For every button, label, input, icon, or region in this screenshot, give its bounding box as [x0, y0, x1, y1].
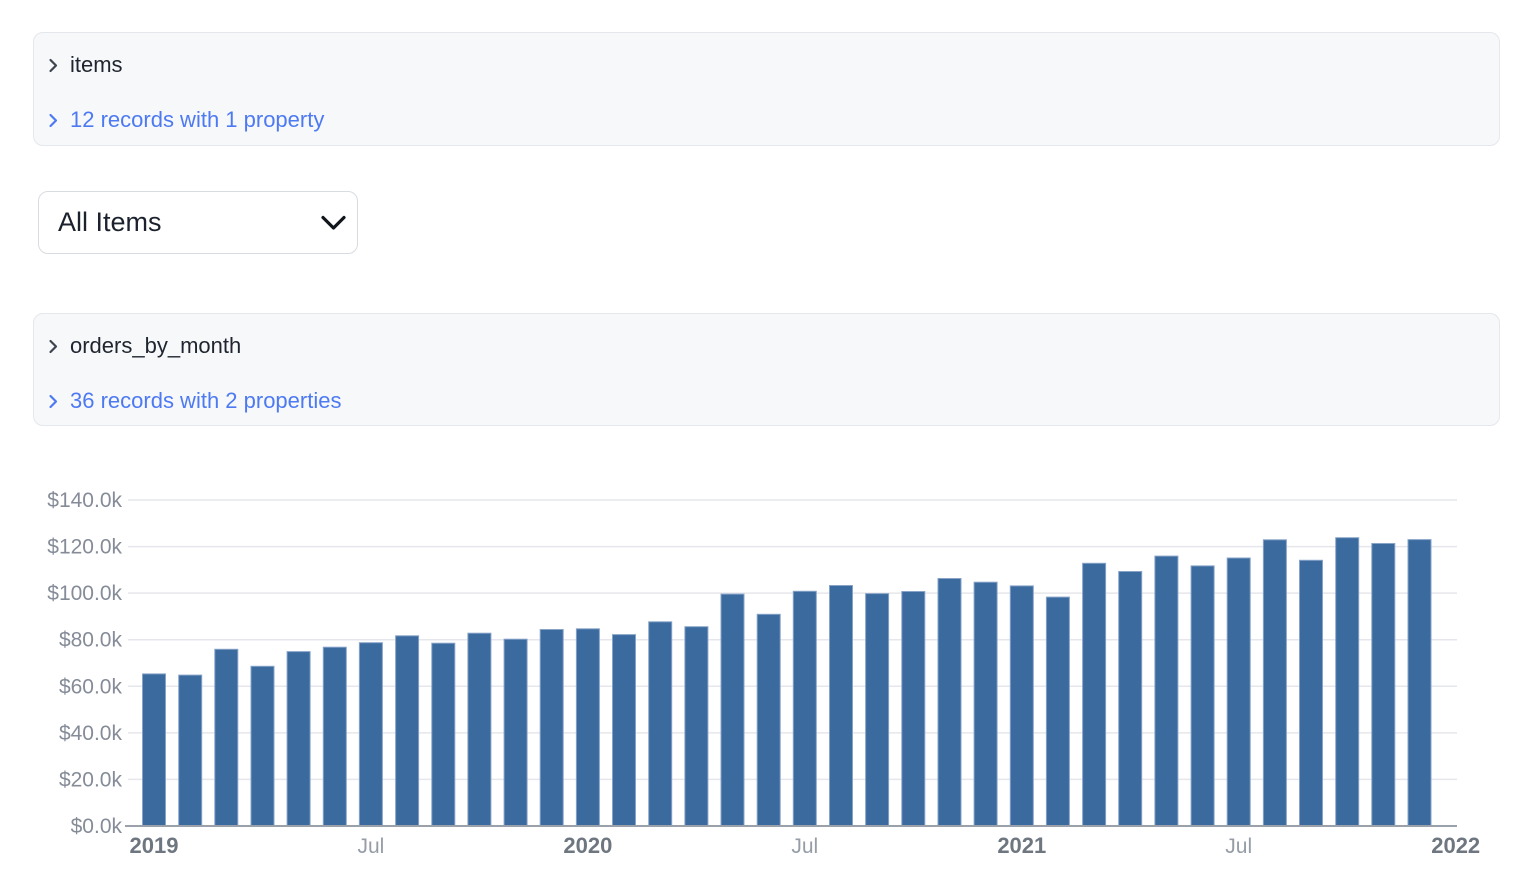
y-axis-tick-label: $40.0k — [59, 722, 123, 745]
bar-2021-03 — [1082, 562, 1107, 827]
x-axis-tick-label: Jul — [1225, 835, 1252, 858]
bar-2019-05 — [286, 651, 311, 827]
bar-2021-01 — [1009, 585, 1034, 827]
x-axis-tick-label: 2021 — [997, 833, 1046, 858]
orders-records-link: 36 records with 2 properties — [70, 388, 342, 413]
bar-2019-12 — [539, 629, 564, 827]
orders-table-title: orders_by_month — [70, 333, 242, 358]
y-axis-tick-label: $140.0k — [47, 489, 122, 512]
bar-2021-11 — [1371, 543, 1396, 827]
bar-2019-07 — [358, 642, 383, 827]
items-records-link: 12 records with 1 property — [70, 107, 325, 132]
bar-2019-02 — [178, 674, 203, 827]
bar-2021-02 — [1045, 596, 1070, 827]
items-records-toggle[interactable]: 12 records with 1 property — [48, 107, 325, 132]
bar-2020-02 — [612, 634, 636, 827]
bar-2019-08 — [395, 635, 420, 827]
bar-2021-04 — [1118, 571, 1143, 827]
bar-2019-03 — [214, 648, 239, 827]
item-filter-select[interactable]: All Items — [38, 191, 358, 254]
bar-2020-07 — [792, 590, 817, 827]
x-axis-tick-label: 2019 — [130, 833, 179, 858]
y-axis-tick-label: $120.0k — [47, 536, 122, 559]
bar-2021-05 — [1154, 555, 1179, 827]
chevron-right-icon — [48, 113, 58, 128]
y-axis-tick-label: $80.0k — [59, 629, 123, 652]
bar-2019-11 — [503, 638, 528, 827]
orders-by-month-chart-svg: $0.0k $20.0k $40.0k $60.0k $80.0k $100.0k $120… — [47, 489, 1480, 858]
bar-2019-09 — [431, 642, 456, 827]
bar-2021-09 — [1299, 559, 1323, 827]
orders-table-toggle[interactable]: orders_by_month — [48, 333, 242, 358]
chevron-right-icon — [48, 58, 58, 73]
items-table-toggle[interactable]: items — [48, 52, 123, 77]
bar-2020-03 — [648, 621, 673, 827]
y-axis-tick-label: $0.0k — [71, 815, 123, 838]
bar-2021-08 — [1262, 539, 1287, 827]
items-table-panel: items 12 records with 1 property — [33, 32, 1500, 146]
orders-records-toggle[interactable]: 36 records with 2 properties — [48, 388, 342, 413]
bar-2019-01 — [142, 673, 166, 827]
y-axis-tick-label: $20.0k — [59, 768, 123, 791]
bar-2019-10 — [467, 632, 492, 827]
bar-2020-08 — [829, 585, 853, 827]
bar-2020-12 — [973, 581, 998, 827]
chevron-right-icon — [48, 394, 58, 409]
x-axis-tick-label: 2020 — [563, 833, 612, 858]
bar-2020-09 — [865, 593, 890, 827]
bar-2019-06 — [322, 646, 347, 827]
x-axis-tick-label: 2022 — [1431, 833, 1480, 858]
x-axis-tick-label: Jul — [357, 835, 384, 858]
chevron-right-icon — [48, 339, 58, 354]
chevron-down-icon — [320, 215, 347, 231]
bar-2020-01 — [575, 628, 600, 827]
x-axis-tick-label: Jul — [791, 835, 818, 858]
bar-2020-04 — [684, 626, 709, 827]
bar-2021-06 — [1190, 565, 1215, 827]
items-table-title: items — [70, 52, 123, 77]
item-filter-selected-value: All Items — [58, 207, 162, 237]
orders-by-month-chart: $0.0k $20.0k $40.0k $60.0k $80.0k $100.0k $120… — [0, 470, 1534, 890]
bar-2021-10 — [1335, 537, 1360, 827]
orders-by-month-table-panel: orders_by_month 36 records with 2 proper… — [33, 313, 1500, 426]
bar-2021-07 — [1226, 557, 1251, 827]
bar-2020-10 — [901, 591, 926, 827]
y-axis-tick-label: $100.0k — [47, 582, 122, 605]
bar-2021-12 — [1407, 539, 1432, 827]
y-axis-tick-label: $60.0k — [59, 675, 123, 698]
bar-2020-06 — [756, 613, 781, 827]
bar-2020-05 — [720, 593, 745, 827]
bar-2019-04 — [250, 665, 275, 827]
bar-2020-11 — [937, 578, 962, 827]
